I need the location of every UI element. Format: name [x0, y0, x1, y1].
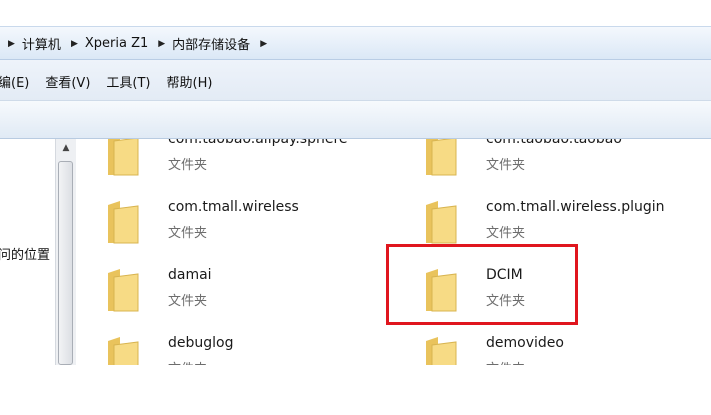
- file-name: debuglog: [168, 335, 234, 351]
- menu-bar: 编(E) 查看(V) 工具(T) 帮助(H): [0, 60, 711, 101]
- triangle-up-icon[interactable]: ▲: [56, 139, 76, 157]
- dcim-highlight-box: [386, 244, 578, 325]
- file-name: com.tmall.wireless: [168, 199, 299, 215]
- breadcrumb: ▶ 计算机 ▶ Xperia Z1 ▶ 内部存储设备 ▶: [6, 34, 274, 53]
- breadcrumb-device[interactable]: Xperia Z1: [85, 36, 148, 51]
- folder-icon: [426, 201, 457, 244]
- folder-icon: [426, 337, 457, 365]
- folder-item[interactable]: damai 文件夹: [76, 263, 376, 319]
- breadcrumb-internal-storage[interactable]: 内部存储设备: [172, 34, 250, 53]
- file-type: 文件夹: [168, 358, 207, 365]
- navigation-pane: 问的位置: [0, 139, 55, 365]
- scroll-thumb[interactable]: [58, 161, 73, 365]
- file-type: 文件夹: [168, 158, 208, 173]
- file-type: 文件夹: [486, 226, 526, 241]
- triangle-right-icon[interactable]: ▶: [8, 39, 15, 49]
- file-type: 文件夹: [168, 294, 208, 309]
- menu-tools[interactable]: 工具(T): [106, 72, 150, 91]
- breadcrumb-computer[interactable]: 计算机: [22, 34, 61, 53]
- explorer-window: ▶ 计算机 ▶ Xperia Z1 ▶ 内部存储设备 ▶ 编(E) 查看(V) …: [0, 0, 711, 365]
- folder-item[interactable]: com.tmall.wireless.plugin 文件夹: [394, 195, 694, 251]
- folder-icon: [108, 139, 139, 176]
- file-name: damai: [168, 267, 212, 283]
- triangle-right-icon[interactable]: ▶: [260, 39, 267, 49]
- folder-item[interactable]: demovideo 文件夹: [394, 331, 694, 365]
- file-name: com.taobao.alipay.sphere: [168, 139, 348, 147]
- nav-item-recent-places[interactable]: 问的位置: [0, 244, 50, 263]
- file-name: com.tmall.wireless.plugin: [486, 199, 665, 215]
- address-bar[interactable]: ▶ 计算机 ▶ Xperia Z1 ▶ 内部存储设备 ▶: [0, 26, 711, 60]
- folder-item[interactable]: debuglog 文件夹: [76, 331, 376, 365]
- folder-icon: [108, 201, 139, 244]
- title-area: [0, 0, 711, 26]
- folder-icon: [108, 337, 139, 365]
- triangle-right-icon[interactable]: ▶: [158, 39, 165, 49]
- file-type: 文件夹: [486, 158, 526, 173]
- folder-icon: [426, 139, 457, 176]
- file-name: com.taobao.taobao: [486, 139, 622, 147]
- file-type: 文件夹: [168, 226, 208, 241]
- file-name: demovideo: [486, 335, 564, 351]
- command-toolbar: [0, 101, 711, 139]
- folder-item[interactable]: com.tmall.wireless 文件夹: [76, 195, 376, 251]
- file-type: 文件夹: [486, 358, 525, 365]
- folder-item[interactable]: com.taobao.taobao 文件夹: [394, 139, 694, 183]
- menu-view[interactable]: 查看(V): [45, 72, 90, 91]
- menu-edit[interactable]: 编(E): [0, 72, 29, 91]
- nav-scrollbar[interactable]: ▲: [55, 139, 77, 365]
- folder-icon: [108, 269, 139, 312]
- menu-help[interactable]: 帮助(H): [167, 72, 213, 91]
- triangle-right-icon[interactable]: ▶: [71, 39, 78, 49]
- folder-item[interactable]: com.taobao.alipay.sphere 文件夹: [76, 139, 376, 183]
